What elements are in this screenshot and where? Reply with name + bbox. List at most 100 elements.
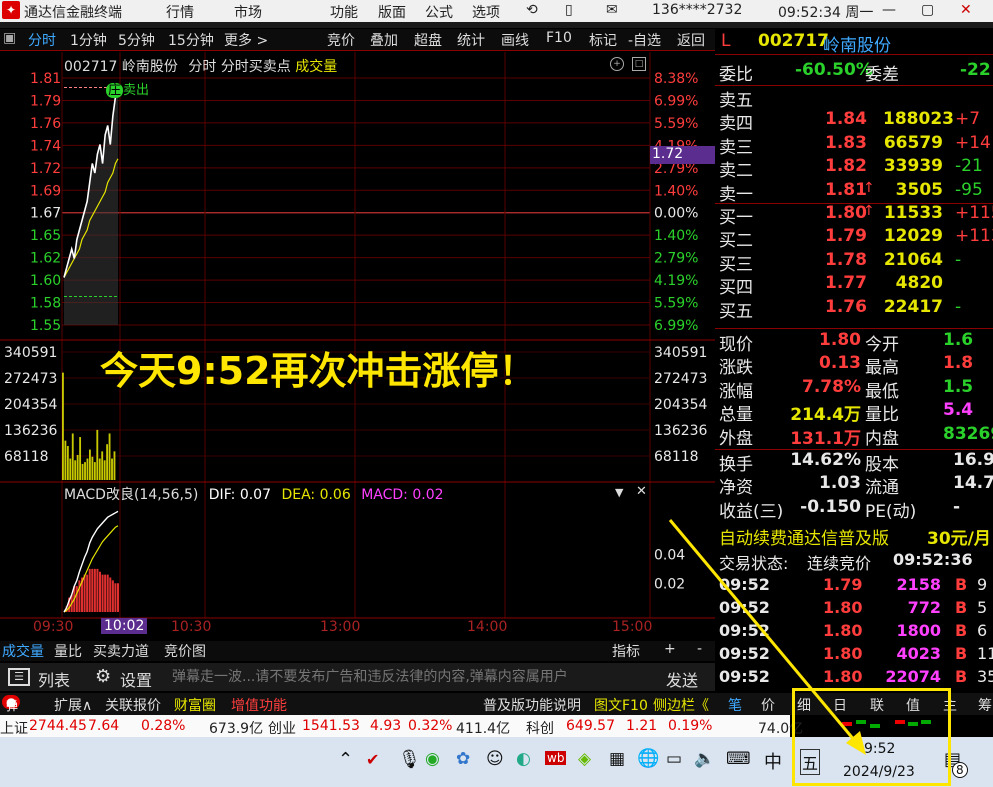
menu-item-banmian[interactable]: 版面 [378,2,406,22]
tab-jingjiatu[interactable]: 竞价图 [164,641,206,661]
refresh-icon[interactable]: ⟲ [526,2,538,18]
danmu-toggle-label: 弹 [6,699,19,713]
tab-maimailidao[interactable]: 买卖力道 [93,641,149,661]
tab-1min[interactable]: 1分钟 [70,30,107,50]
stat-label: 股本 [865,455,899,475]
ticker-item[interactable]: 创业 [268,718,296,738]
windows-shell-icon[interactable]: ▦ [609,749,625,769]
tool-f10[interactable]: F10 [546,30,572,46]
menu-item-gongshi[interactable]: 公式 [425,2,453,22]
menu-item-hangqing[interactable]: 行情 [166,2,194,22]
chart-fullscreen-icon[interactable]: □ [632,57,646,71]
app-logo-icon: ✦ [2,1,20,19]
stat-value: 5.4 [943,400,974,421]
window-menu-icon[interactable]: ▣ [3,30,16,46]
ticker-item[interactable]: 1541.53 [302,718,360,734]
chart-settings-icon[interactable]: + [610,57,624,71]
microphone-icon[interactable]: 🎙 [398,749,421,770]
tool-huaxian[interactable]: 画线 [501,30,529,50]
tool-tongji[interactable]: 统计 [457,30,485,50]
status-expand[interactable]: 扩展∧ [54,695,92,715]
account-label[interactable]: 136****2732 [652,2,742,18]
ticker-item[interactable]: 0.28% [141,718,185,734]
volume-tick-label: 272473 [4,371,57,387]
wechat-icon[interactable]: ◉ [425,749,440,769]
mail-icon[interactable]: ✉ [606,2,618,18]
ticker-item[interactable]: 673.9亿 [209,718,263,738]
volume-bar [89,449,91,480]
tick-side: B [955,598,968,617]
tool-fanhui[interactable]: 返回 [677,30,705,50]
cloud-icon[interactable]: ✿ [456,749,470,769]
ticker-item[interactable]: 1.21 [626,718,657,734]
ticker-item[interactable]: 科创 [526,718,554,738]
ticker-item[interactable]: 上证 [0,718,28,738]
ticker-item[interactable]: 649.57 [566,718,615,734]
macd-dropdown-icon[interactable]: ▼ [615,486,623,499]
ticker-item[interactable]: 411.4亿 [456,718,510,738]
list-button[interactable]: 列表 [38,667,70,691]
status-caifuquan[interactable]: 财富圈 [174,695,216,715]
settings-icon[interactable]: ⚙ [95,666,111,687]
tool-jingjia[interactable]: 竞价 [327,30,355,50]
titlebar-clock: 09:52:34 周一 [778,5,874,21]
promo-price[interactable]: 30元/月 [927,524,991,549]
order-book-change: -21 [955,156,983,177]
pct-tick-label: 5.59% [654,296,698,312]
browser-icon[interactable]: ◐ [516,749,531,769]
menu-item-shichang[interactable]: 市场 [234,2,262,22]
tab-liangbi[interactable]: 量比 [54,641,82,661]
price-tick-label: 1.62 [30,251,61,267]
nvidia-icon[interactable]: ◈ [578,749,591,769]
tab-fenshi[interactable]: 分时 [28,30,56,50]
chart-volume-label: 成交量 [295,59,338,75]
order-book-volume: 11533 [883,203,943,223]
pct-tick-label: 4.19% [654,273,698,289]
tool-chaopan[interactable]: 超盘 [414,30,442,50]
tab-5min[interactable]: 5分钟 [118,30,155,50]
status-related-quote[interactable]: 关联报价 [105,695,161,715]
settings-button[interactable]: 设置 [120,667,152,691]
volume-bar [98,458,101,480]
tab-volume[interactable]: 成交量 [2,641,44,661]
app-tray-icon[interactable]: ✔ [366,750,379,769]
ticker-item[interactable]: 0.32% [408,718,452,734]
stat-label: 最高 [865,358,899,379]
wb-icon[interactable]: wb [545,751,567,765]
tool-biaoji[interactable]: 标记 [589,30,617,50]
macd-title: MACD改良(14,56,5) [64,487,199,503]
status-function-desc[interactable]: 普及版功能说明 [483,695,581,715]
chevron-up-icon[interactable]: ⌃ [338,749,353,770]
ticker-item[interactable]: 7.64 [88,718,119,734]
tab-more[interactable]: 更多 > [224,30,268,50]
quote-stock-code: 002717 [758,31,829,51]
order-book-change: - [955,249,962,270]
tick-count: 35 [977,667,993,686]
status-zengzhi[interactable]: 增值功能 [231,695,287,715]
ticker-item[interactable]: 2744.45 [29,718,87,734]
close-icon[interactable]: ✕ [960,2,972,18]
stat-value: 131.1万 [790,428,861,449]
side-tab-chou[interactable]: 筹 [978,695,992,715]
menu-item-gongneng[interactable]: 功能 [330,2,358,22]
list-icon[interactable]: ☰ [8,668,30,686]
indicator-button[interactable]: 指标 [612,641,640,661]
status-f10[interactable]: 图文F10 [594,695,648,715]
tool-zixuan[interactable]: -自选 [628,30,661,50]
tab-15min[interactable]: 15分钟 [168,30,214,50]
danmu-toggle[interactable]: 弹 ● [2,695,21,713]
chart-toolbar: ▣ 分时 1分钟 5分钟 15分钟 更多 > 竞价 叠加 超盘 统计 画线 F1… [0,29,715,51]
stat-label: 流通 [865,478,899,499]
menu-item-xuanxiang[interactable]: 选项 [472,2,500,22]
volume-tick-label-right: 204354 [654,397,708,413]
macd-close-icon[interactable]: ✕ [636,484,647,499]
minimize-icon[interactable]: — [882,2,896,18]
tool-diejia[interactable]: 叠加 [370,30,398,50]
globe-icon[interactable]: 🌐 [637,748,659,769]
maximize-icon[interactable]: ▢ [921,2,934,18]
phone-icon[interactable]: ▯ [565,2,573,18]
price-tick-label: 1.65 [30,228,61,244]
ticker-item[interactable]: 4.93 [370,718,401,734]
danmu-input[interactable] [172,666,652,688]
avatar-icon[interactable]: ☺ [486,749,504,769]
